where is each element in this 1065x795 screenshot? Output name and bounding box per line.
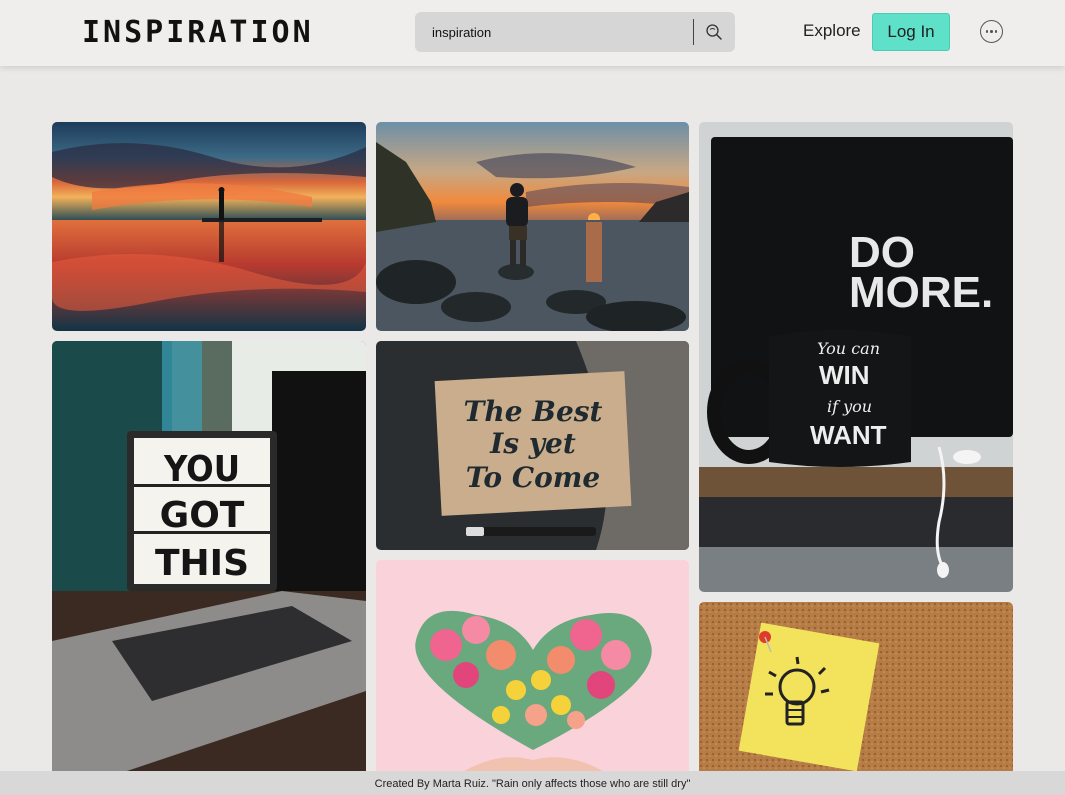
svg-text:WIN: WIN: [819, 360, 870, 390]
man-on-rocks-image: [376, 122, 689, 331]
svg-text:MORE.: MORE.: [849, 268, 993, 317]
flower-heart-image: [376, 560, 689, 776]
image-card-best-is-yet-to-come[interactable]: The Best Is yet To Come: [376, 341, 689, 550]
svg-text:Is yet: Is yet: [489, 427, 576, 460]
image-card-do-more-mug[interactable]: DO MORE. You can WIN if you WANT: [699, 122, 1013, 592]
svg-text:YOU: YOU: [163, 449, 240, 490]
search-divider: [693, 19, 694, 45]
best-is-yet-to-come-image: The Best Is yet To Come: [376, 341, 689, 550]
sunset-lake-image: [52, 122, 366, 331]
site-logo[interactable]: INSPIRATION: [82, 16, 314, 50]
top-navbar: INSPIRATION Explore Log In: [0, 0, 1065, 66]
svg-text:The Best: The Best: [464, 395, 603, 428]
image-card-lightbulb-note[interactable]: [699, 602, 1013, 776]
svg-text:To Come: To Come: [466, 461, 600, 494]
lightbulb-note-image: [699, 602, 1013, 776]
do-more-mug-image: DO MORE. You can WIN if you WANT: [699, 122, 1013, 592]
image-card-you-got-this[interactable]: YOU GOT THIS: [52, 341, 366, 776]
you-got-this-image: YOU GOT THIS: [52, 341, 366, 776]
svg-text:if you: if you: [827, 397, 872, 416]
svg-text:GOT: GOT: [160, 495, 245, 536]
image-card-flower-heart[interactable]: [376, 560, 689, 776]
more-options-icon: [985, 30, 989, 33]
search-input[interactable]: [425, 12, 695, 52]
image-card-sunset-lake[interactable]: [52, 122, 366, 331]
search-icon: [706, 24, 722, 40]
search-bar: [415, 12, 735, 52]
login-button[interactable]: Log In: [872, 13, 950, 51]
svg-text:THIS: THIS: [155, 543, 249, 584]
more-options-button[interactable]: [980, 20, 1003, 43]
svg-text:WANT: WANT: [810, 420, 887, 450]
nav-explore-link[interactable]: Explore: [803, 21, 861, 41]
footer-credit: Created By Marta Ruiz. "Rain only affect…: [0, 771, 1065, 795]
image-card-man-on-rocks[interactable]: [376, 122, 689, 331]
search-button[interactable]: [701, 20, 727, 44]
svg-text:You can: You can: [817, 339, 880, 358]
